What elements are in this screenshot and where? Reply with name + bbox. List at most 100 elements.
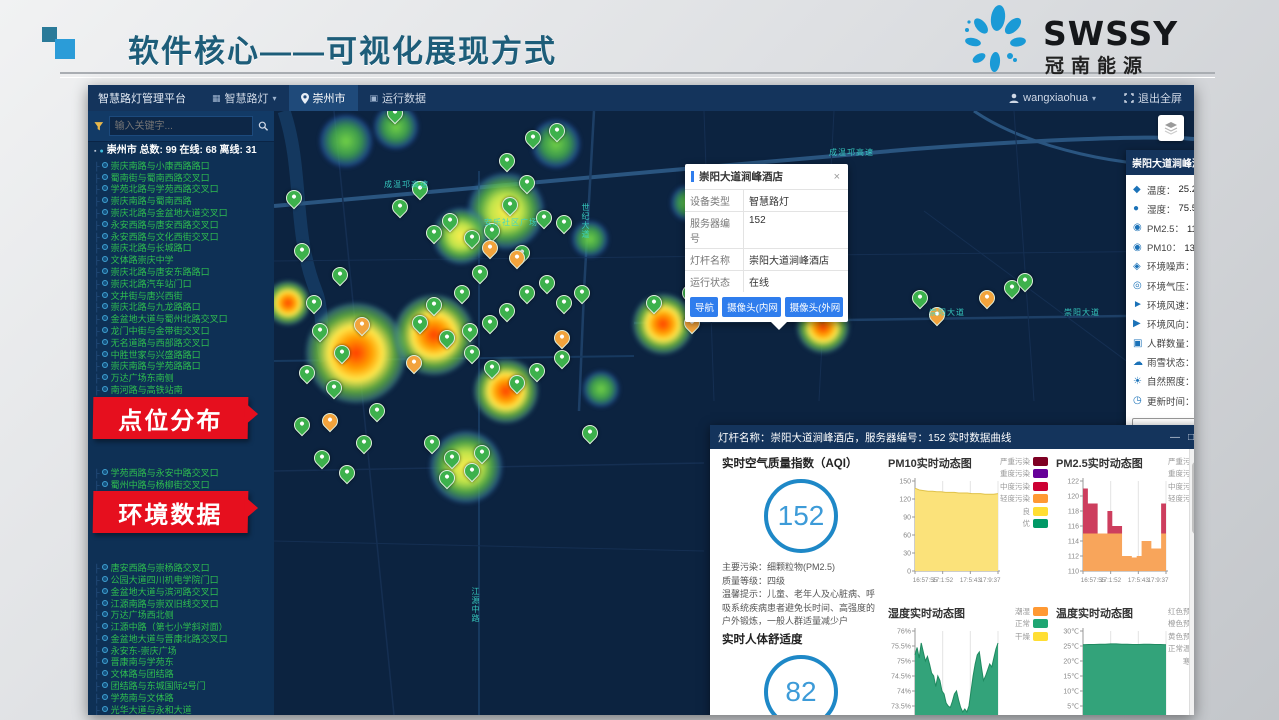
- street-label: 成温邛高速: [829, 147, 874, 158]
- tree-item[interactable]: ├蜀州中路与杨柳街交叉口: [94, 480, 272, 492]
- tree-item[interactable]: ├光华大道与永和大道: [94, 705, 272, 715]
- tree-item[interactable]: ├崇庆北路与长城路口: [94, 243, 272, 255]
- tree-item[interactable]: ├公园大道四川机电学院门口: [94, 575, 272, 587]
- tree-item[interactable]: ├文井街与唐兴西街: [94, 291, 272, 303]
- legend-entry: 重度污染: [1000, 468, 1048, 481]
- tree-item[interactable]: ├崇庆北路与唐安东路路口: [94, 267, 272, 279]
- thermometer-icon: ◆: [1133, 184, 1147, 195]
- tree-item[interactable]: ├学苑西路与永安中路交叉口: [94, 468, 272, 480]
- chevron-down-icon: ▾: [273, 94, 277, 103]
- svg-text:112: 112: [1068, 554, 1079, 561]
- panel-scrollbar[interactable]: ▲ ▼: [1189, 449, 1194, 715]
- street-label: 安乐社区广场: [484, 217, 538, 228]
- street-label: 崇阳大道: [1064, 307, 1100, 318]
- tree-item[interactable]: ├永安东-崇庆广场: [94, 646, 272, 658]
- svg-text:30: 30: [903, 551, 911, 558]
- tree-item[interactable]: ├文体路与团结路: [94, 669, 272, 681]
- humidity-chart: 湿度实时动态图潮湿正常干燥73%73.5%74%74.5%75%75.5%76%…: [882, 601, 1050, 715]
- tree-item[interactable]: ├金盆地大道与晋康北路交叉口: [94, 634, 272, 646]
- tree-item[interactable]: ├崇庆南路与蜀南西路: [94, 196, 272, 208]
- close-icon[interactable]: ×: [832, 171, 842, 183]
- slide-title: 软件核心——可视化展现方式: [128, 26, 557, 71]
- tree-item[interactable]: ├崇庆北路与九龙路路口: [94, 302, 272, 314]
- data-icon: ▣: [370, 93, 379, 104]
- nav-item-running-data[interactable]: ▣ 运行数据: [358, 85, 439, 111]
- svg-text:10℃: 10℃: [1063, 689, 1079, 696]
- popup-action-button[interactable]: 摄像头(内网: [722, 297, 780, 317]
- search-icon[interactable]: [258, 120, 268, 132]
- wind-speed-icon: ►: [1133, 299, 1147, 310]
- legend-entry: 轻度污染: [1000, 493, 1048, 506]
- svg-text:17:5:43: 17:5:43: [1128, 577, 1150, 584]
- maximize-icon[interactable]: □: [1188, 432, 1194, 443]
- droplet-icon: ●: [1133, 203, 1147, 214]
- fullscreen-icon: [1124, 93, 1134, 103]
- map-layers-button[interactable]: [1158, 115, 1184, 141]
- tree-item[interactable]: ├龙门中街与金带街交叉口: [94, 326, 272, 338]
- scroll-up-icon[interactable]: ▲: [1190, 449, 1194, 460]
- tree-item[interactable]: ├崇庆南路与小康西路路口: [94, 161, 272, 173]
- svg-text:110: 110: [1068, 569, 1079, 576]
- tree-item[interactable]: ├南河路与高铁站南: [94, 385, 272, 397]
- env-data-row: ▣人群数量：42: [1133, 334, 1194, 353]
- tree-item[interactable]: ├蜀南街与蜀南西路交叉口: [94, 173, 272, 185]
- env-data-row: ◈环境噪声：62db: [1133, 257, 1194, 276]
- tree-item[interactable]: ├永安西路与文化西街交叉口: [94, 232, 272, 244]
- tree-item[interactable]: ├团结路与东城国际2号门: [94, 681, 272, 693]
- tree-item[interactable]: ├崇庆北路与金盆地大道交叉口: [94, 208, 272, 220]
- tree-item[interactable]: ├无名道路与西部路交叉口: [94, 338, 272, 350]
- tree-item[interactable]: ├唐安西路与崇杨路交叉口: [94, 563, 272, 575]
- user-menu[interactable]: wangxiaohua ▾: [997, 92, 1108, 104]
- env-data-row: ▶环境风向：西南偏西: [1133, 314, 1194, 333]
- scroll-thumb[interactable]: [1192, 462, 1194, 534]
- popup-action-button[interactable]: 摄像头(外网: [785, 297, 843, 317]
- exit-fullscreen-button[interactable]: 退出全屏: [1112, 90, 1194, 106]
- svg-text:15℃: 15℃: [1063, 674, 1079, 681]
- tree-item[interactable]: ├中胜世家与兴盛路路口: [94, 350, 272, 362]
- map-canvas[interactable]: 成温邛高速成温邛高速世纪大道崇阳大道崇阳大道江源中路安乐社区广场 崇阳大道涧峰酒…: [274, 111, 1194, 715]
- svg-text:116: 116: [1068, 524, 1079, 531]
- annotation-environment-data: 环境数据: [93, 491, 249, 533]
- gauge-column: 实时空气质量指数（AQI） 152 主要污染：细颗粒物(PM2.5) 质量等级：…: [714, 451, 882, 715]
- nav-item-city[interactable]: 崇州市: [289, 85, 358, 111]
- logo-text: SWSSY: [1043, 14, 1178, 53]
- collapse-icon[interactable]: ▪: [94, 148, 96, 155]
- legend-entry: 中度污染: [1000, 480, 1048, 493]
- device-info-row: 灯杆名称崇阳大道涧峰酒店: [685, 249, 848, 271]
- svg-text:122: 122: [1067, 479, 1079, 486]
- popup-accent-bar: [691, 171, 694, 182]
- minimize-icon[interactable]: —: [1170, 432, 1180, 443]
- tree-item[interactable]: ├江源南路与崇双旧线交叉口: [94, 599, 272, 611]
- heatmap-blob: [320, 115, 372, 167]
- env-data-row: ◉PM10：130微克/立方米: [1133, 238, 1194, 257]
- tree-item[interactable]: ├崇庆北路汽车站门口: [94, 279, 272, 291]
- tree-item[interactable]: ├文体路崇庆中学: [94, 255, 272, 267]
- tree-item[interactable]: ├金盆地大道与滨河路交叉口: [94, 587, 272, 599]
- tree-item[interactable]: ├金盆地大道与蜀州北路交叉口: [94, 314, 272, 326]
- popup-action-button[interactable]: 导航: [690, 297, 718, 317]
- search-input[interactable]: [109, 116, 253, 136]
- tree-item[interactable]: ├晋康南与学苑东: [94, 657, 272, 669]
- annotation-point-distribution: 点位分布: [93, 397, 249, 439]
- svg-text:60: 60: [903, 533, 911, 540]
- tree-item[interactable]: ├万达广场东南侧: [94, 373, 272, 385]
- tree-item[interactable]: ├江源中路（第七小学斜对面）: [94, 622, 272, 634]
- tree-item[interactable]: ├万达广场西北侧: [94, 610, 272, 622]
- user-icon: [1009, 93, 1019, 103]
- env-data-row: ►环境风速：0.8m/S: [1133, 295, 1194, 314]
- env-data-row: ◎环境气压：665hPa: [1133, 276, 1194, 295]
- filter-icon[interactable]: [94, 121, 104, 132]
- tree-item[interactable]: ├学苑南与文体路: [94, 693, 272, 705]
- nav-item-lamps[interactable]: ▦ 智慧路灯 ▾: [200, 85, 289, 111]
- clock-icon: ◷: [1133, 395, 1147, 406]
- device-popup: 崇阳大道涧峰酒店 × 设备类型智慧路灯服务器编号152灯杆名称崇阳大道涧峰酒店运…: [685, 164, 848, 322]
- tree-item[interactable]: ├崇庆南路与学苑路路口: [94, 361, 272, 373]
- svg-text:5℃: 5℃: [1067, 704, 1079, 711]
- tree-item[interactable]: ├学苑北路与学苑西路交叉口: [94, 184, 272, 196]
- tree-root-node[interactable]: ▪●崇州市 总数: 99 在线: 68 离线: 31: [94, 146, 272, 158]
- svg-text:74%: 74%: [897, 689, 911, 696]
- chart-panel-title: 灯杆名称：崇阳大道涧峰酒店，服务器编号：152 实时数据曲线: [718, 430, 1162, 445]
- tree-item[interactable]: ├永安西路与唐安西路交叉口: [94, 220, 272, 232]
- svg-text:30℃: 30℃: [1063, 629, 1079, 636]
- wind-direction-icon: ▶: [1133, 318, 1147, 329]
